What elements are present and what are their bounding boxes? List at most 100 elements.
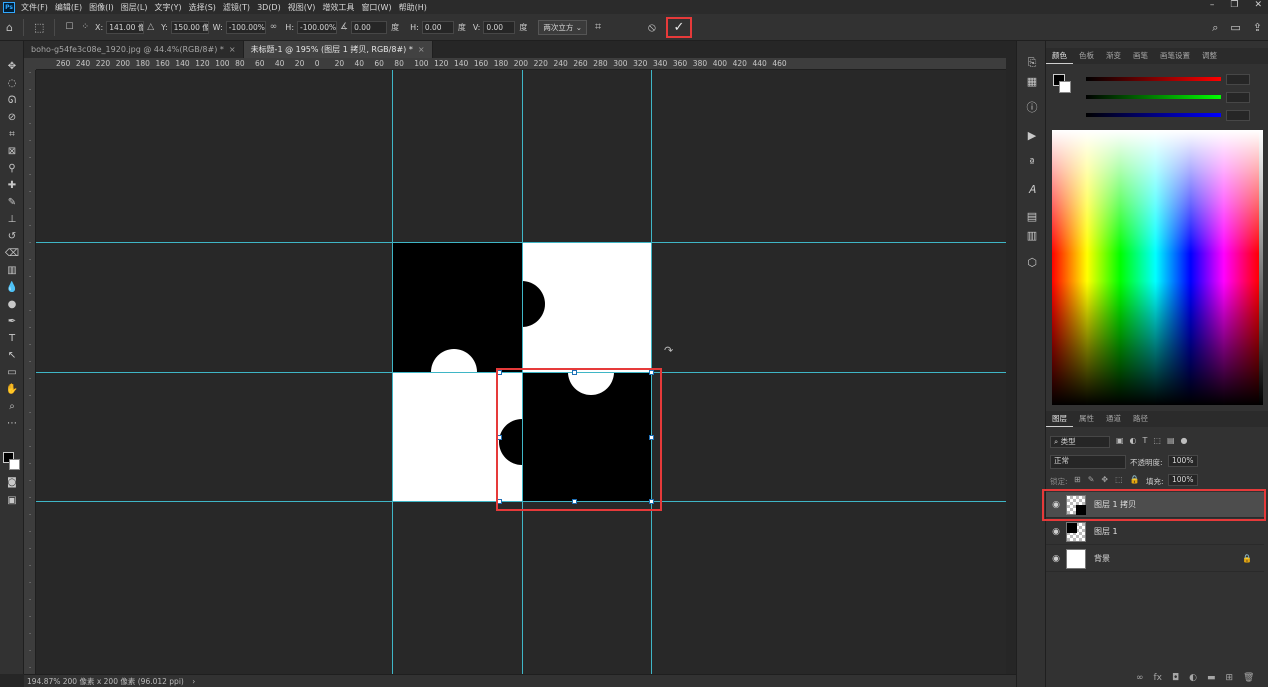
quick-mask-icon[interactable]: ◙ bbox=[3, 475, 21, 491]
type-tool-icon[interactable]: T bbox=[3, 331, 21, 347]
restore-icon[interactable]: ❐ bbox=[1230, 0, 1238, 10]
workspace-icon[interactable]: ▭ bbox=[1230, 21, 1240, 35]
new-group-icon[interactable]: ▬ bbox=[1207, 673, 1216, 683]
share-icon[interactable]: ⇪ bbox=[1253, 21, 1262, 35]
actions-panel-icon[interactable]: ▶ bbox=[1025, 129, 1039, 143]
menu-edit[interactable]: 编辑(E) bbox=[55, 2, 82, 13]
menu-type[interactable]: 文字(Y) bbox=[154, 2, 181, 13]
brush-panel-icon[interactable]: ▦ bbox=[1025, 75, 1039, 89]
tab-swatches[interactable]: 色板 bbox=[1073, 48, 1100, 64]
opacity-field[interactable]: 100% bbox=[1168, 455, 1198, 467]
warp-mode-icon[interactable]: ⌗ bbox=[595, 20, 601, 34]
reference-point-checkbox[interactable]: ☐ bbox=[65, 22, 73, 32]
layer-filter-dropdown[interactable]: ⌕ 类型 bbox=[1050, 436, 1110, 448]
angle-field[interactable]: 0.00 bbox=[351, 20, 388, 34]
v-skew-field[interactable]: 0.00 bbox=[483, 20, 516, 34]
color-spectrum[interactable] bbox=[1052, 130, 1259, 405]
tab-adjustments[interactable]: 调整 bbox=[1196, 48, 1223, 64]
link-layers-icon[interactable]: ∞ bbox=[1136, 673, 1144, 683]
tab-brushes[interactable]: 画笔 bbox=[1127, 48, 1154, 64]
clone-stamp-icon[interactable]: ⊥ bbox=[3, 212, 21, 228]
eraser-tool-icon[interactable]: ⌫ bbox=[3, 246, 21, 262]
x-position-field[interactable]: 141.00 像素 bbox=[106, 20, 145, 34]
glyphs-panel-icon[interactable]: 𝐴 bbox=[1025, 183, 1039, 197]
menu-image[interactable]: 图像(I) bbox=[89, 2, 114, 13]
libraries-panel-icon[interactable]: ▤ bbox=[1025, 210, 1039, 224]
screen-mode-icon[interactable]: ▣ bbox=[3, 493, 21, 509]
tab-boho-image[interactable]: boho-g54fe3c08e_1920.jpg @ 44.4%(RGB/8#)… bbox=[24, 41, 244, 58]
close-icon[interactable]: × bbox=[418, 45, 425, 54]
notes-panel-icon[interactable]: ▥ bbox=[1025, 229, 1039, 243]
tab-brush-settings[interactable]: 画笔设置 bbox=[1154, 48, 1196, 64]
move-tool-icon[interactable]: ✥ bbox=[3, 59, 21, 75]
delete-layer-icon[interactable]: 🗑 bbox=[1243, 673, 1254, 683]
quick-select-tool-icon[interactable]: ⊘ bbox=[3, 110, 21, 126]
dodge-tool-icon[interactable]: ● bbox=[3, 297, 21, 313]
green-slider[interactable] bbox=[1086, 95, 1221, 99]
lock-icon[interactable]: 🔒 bbox=[1242, 554, 1252, 563]
link-icon[interactable]: ∞ bbox=[270, 22, 278, 32]
layer-filter-icons[interactable]: ▣◐T⬚▤● bbox=[1116, 436, 1194, 445]
menu-layer[interactable]: 图层(L) bbox=[121, 2, 148, 13]
menu-window[interactable]: 窗口(W) bbox=[361, 2, 391, 13]
history-brush-icon[interactable]: ↺ bbox=[3, 229, 21, 245]
blur-tool-icon[interactable]: 💧 bbox=[3, 280, 21, 296]
close-icon[interactable]: ✕ bbox=[1254, 0, 1262, 10]
vertical-ruler[interactable]: · · · · · · · · · · · · · · · · · · · · · · · · · · · · · · · · · · · · bbox=[24, 70, 36, 674]
tab-properties[interactable]: 属性 bbox=[1073, 411, 1100, 427]
frame-tool-icon[interactable]: ⊠ bbox=[3, 144, 21, 160]
pen-tool-icon[interactable]: ✒ bbox=[3, 314, 21, 330]
guide-horizontal[interactable] bbox=[36, 242, 1006, 243]
interpolation-dropdown[interactable]: 两次立方 ⌄ bbox=[538, 19, 587, 35]
height-scale-field[interactable]: -100.00% bbox=[297, 20, 338, 34]
lasso-tool-icon[interactable]: ᘏ bbox=[3, 93, 21, 109]
guide-vertical[interactable] bbox=[392, 70, 393, 674]
search-icon[interactable]: ⌕ bbox=[1212, 21, 1218, 35]
document-canvas[interactable]: ↷ bbox=[36, 70, 1006, 674]
gradient-tool-icon[interactable]: ▥ bbox=[3, 263, 21, 279]
background-color-swatch[interactable] bbox=[9, 459, 20, 470]
history-panel-icon[interactable]: ⎘ bbox=[1025, 56, 1039, 70]
character-panel-icon[interactable]: ª bbox=[1025, 156, 1039, 170]
tab-channels[interactable]: 通道 bbox=[1100, 411, 1127, 427]
adjustment-layer-icon[interactable]: ◐ bbox=[1189, 673, 1197, 683]
fx-icon[interactable]: fx bbox=[1154, 673, 1163, 683]
tab-color[interactable]: 颜色 bbox=[1046, 48, 1073, 64]
layer-row-background[interactable]: ◉ 背景 🔒 bbox=[1046, 546, 1264, 572]
lock-icons[interactable]: ⊞✎✥⬚🔒 bbox=[1074, 475, 1147, 484]
menu-help[interactable]: 帮助(H) bbox=[399, 2, 427, 13]
more-tools-icon[interactable]: ⋯ bbox=[3, 416, 21, 432]
red-value-field[interactable] bbox=[1226, 74, 1250, 85]
grayscale-ramp[interactable] bbox=[1259, 130, 1263, 405]
tab-paths[interactable]: 路径 bbox=[1127, 411, 1154, 427]
width-scale-field[interactable]: -100.00% bbox=[225, 20, 266, 34]
brush-tool-icon[interactable]: ✎ bbox=[3, 195, 21, 211]
blue-slider[interactable] bbox=[1086, 113, 1221, 117]
horizontal-ruler[interactable]: 260 240 220 200 180 160 140 120 100 80 60 40 20 0 20 40… bbox=[36, 58, 1006, 70]
new-layer-icon[interactable]: ⊞ bbox=[1226, 673, 1234, 683]
menu-3d[interactable]: 3D(D) bbox=[257, 3, 281, 12]
visibility-eye-icon[interactable]: ◉ bbox=[1046, 527, 1066, 537]
minimize-icon[interactable]: – bbox=[1210, 0, 1215, 10]
menu-file[interactable]: 文件(F) bbox=[21, 2, 48, 13]
menu-filter[interactable]: 滤镜(T) bbox=[223, 2, 250, 13]
color-bg-swatch[interactable] bbox=[1059, 81, 1071, 93]
visibility-eye-icon[interactable]: ◉ bbox=[1046, 554, 1066, 564]
3d-panel-icon[interactable]: ⬡ bbox=[1025, 256, 1039, 270]
menu-view[interactable]: 视图(V) bbox=[288, 2, 316, 13]
home-icon[interactable]: ⌂ bbox=[6, 21, 13, 34]
red-slider[interactable] bbox=[1086, 77, 1221, 81]
blue-value-field[interactable] bbox=[1226, 110, 1250, 121]
status-arrow-icon[interactable]: › bbox=[192, 677, 195, 686]
crop-tool-icon[interactable]: ⌗ bbox=[3, 127, 21, 143]
relative-position-icon[interactable]: △ bbox=[147, 22, 154, 32]
transform-tool-icon[interactable]: ⬚ bbox=[34, 21, 44, 34]
menu-plugins[interactable]: 增效工具 bbox=[322, 2, 354, 13]
menu-select[interactable]: 选择(S) bbox=[189, 2, 216, 13]
layer-row-layer1[interactable]: ◉ 图层 1 bbox=[1046, 519, 1264, 545]
eyedropper-tool-icon[interactable]: ⚲ bbox=[3, 161, 21, 177]
green-value-field[interactable] bbox=[1226, 92, 1250, 103]
tab-layers[interactable]: 图层 bbox=[1046, 411, 1073, 427]
healing-brush-icon[interactable]: ✚ bbox=[3, 178, 21, 194]
zoom-tool-icon[interactable]: ⌕ bbox=[3, 399, 21, 415]
